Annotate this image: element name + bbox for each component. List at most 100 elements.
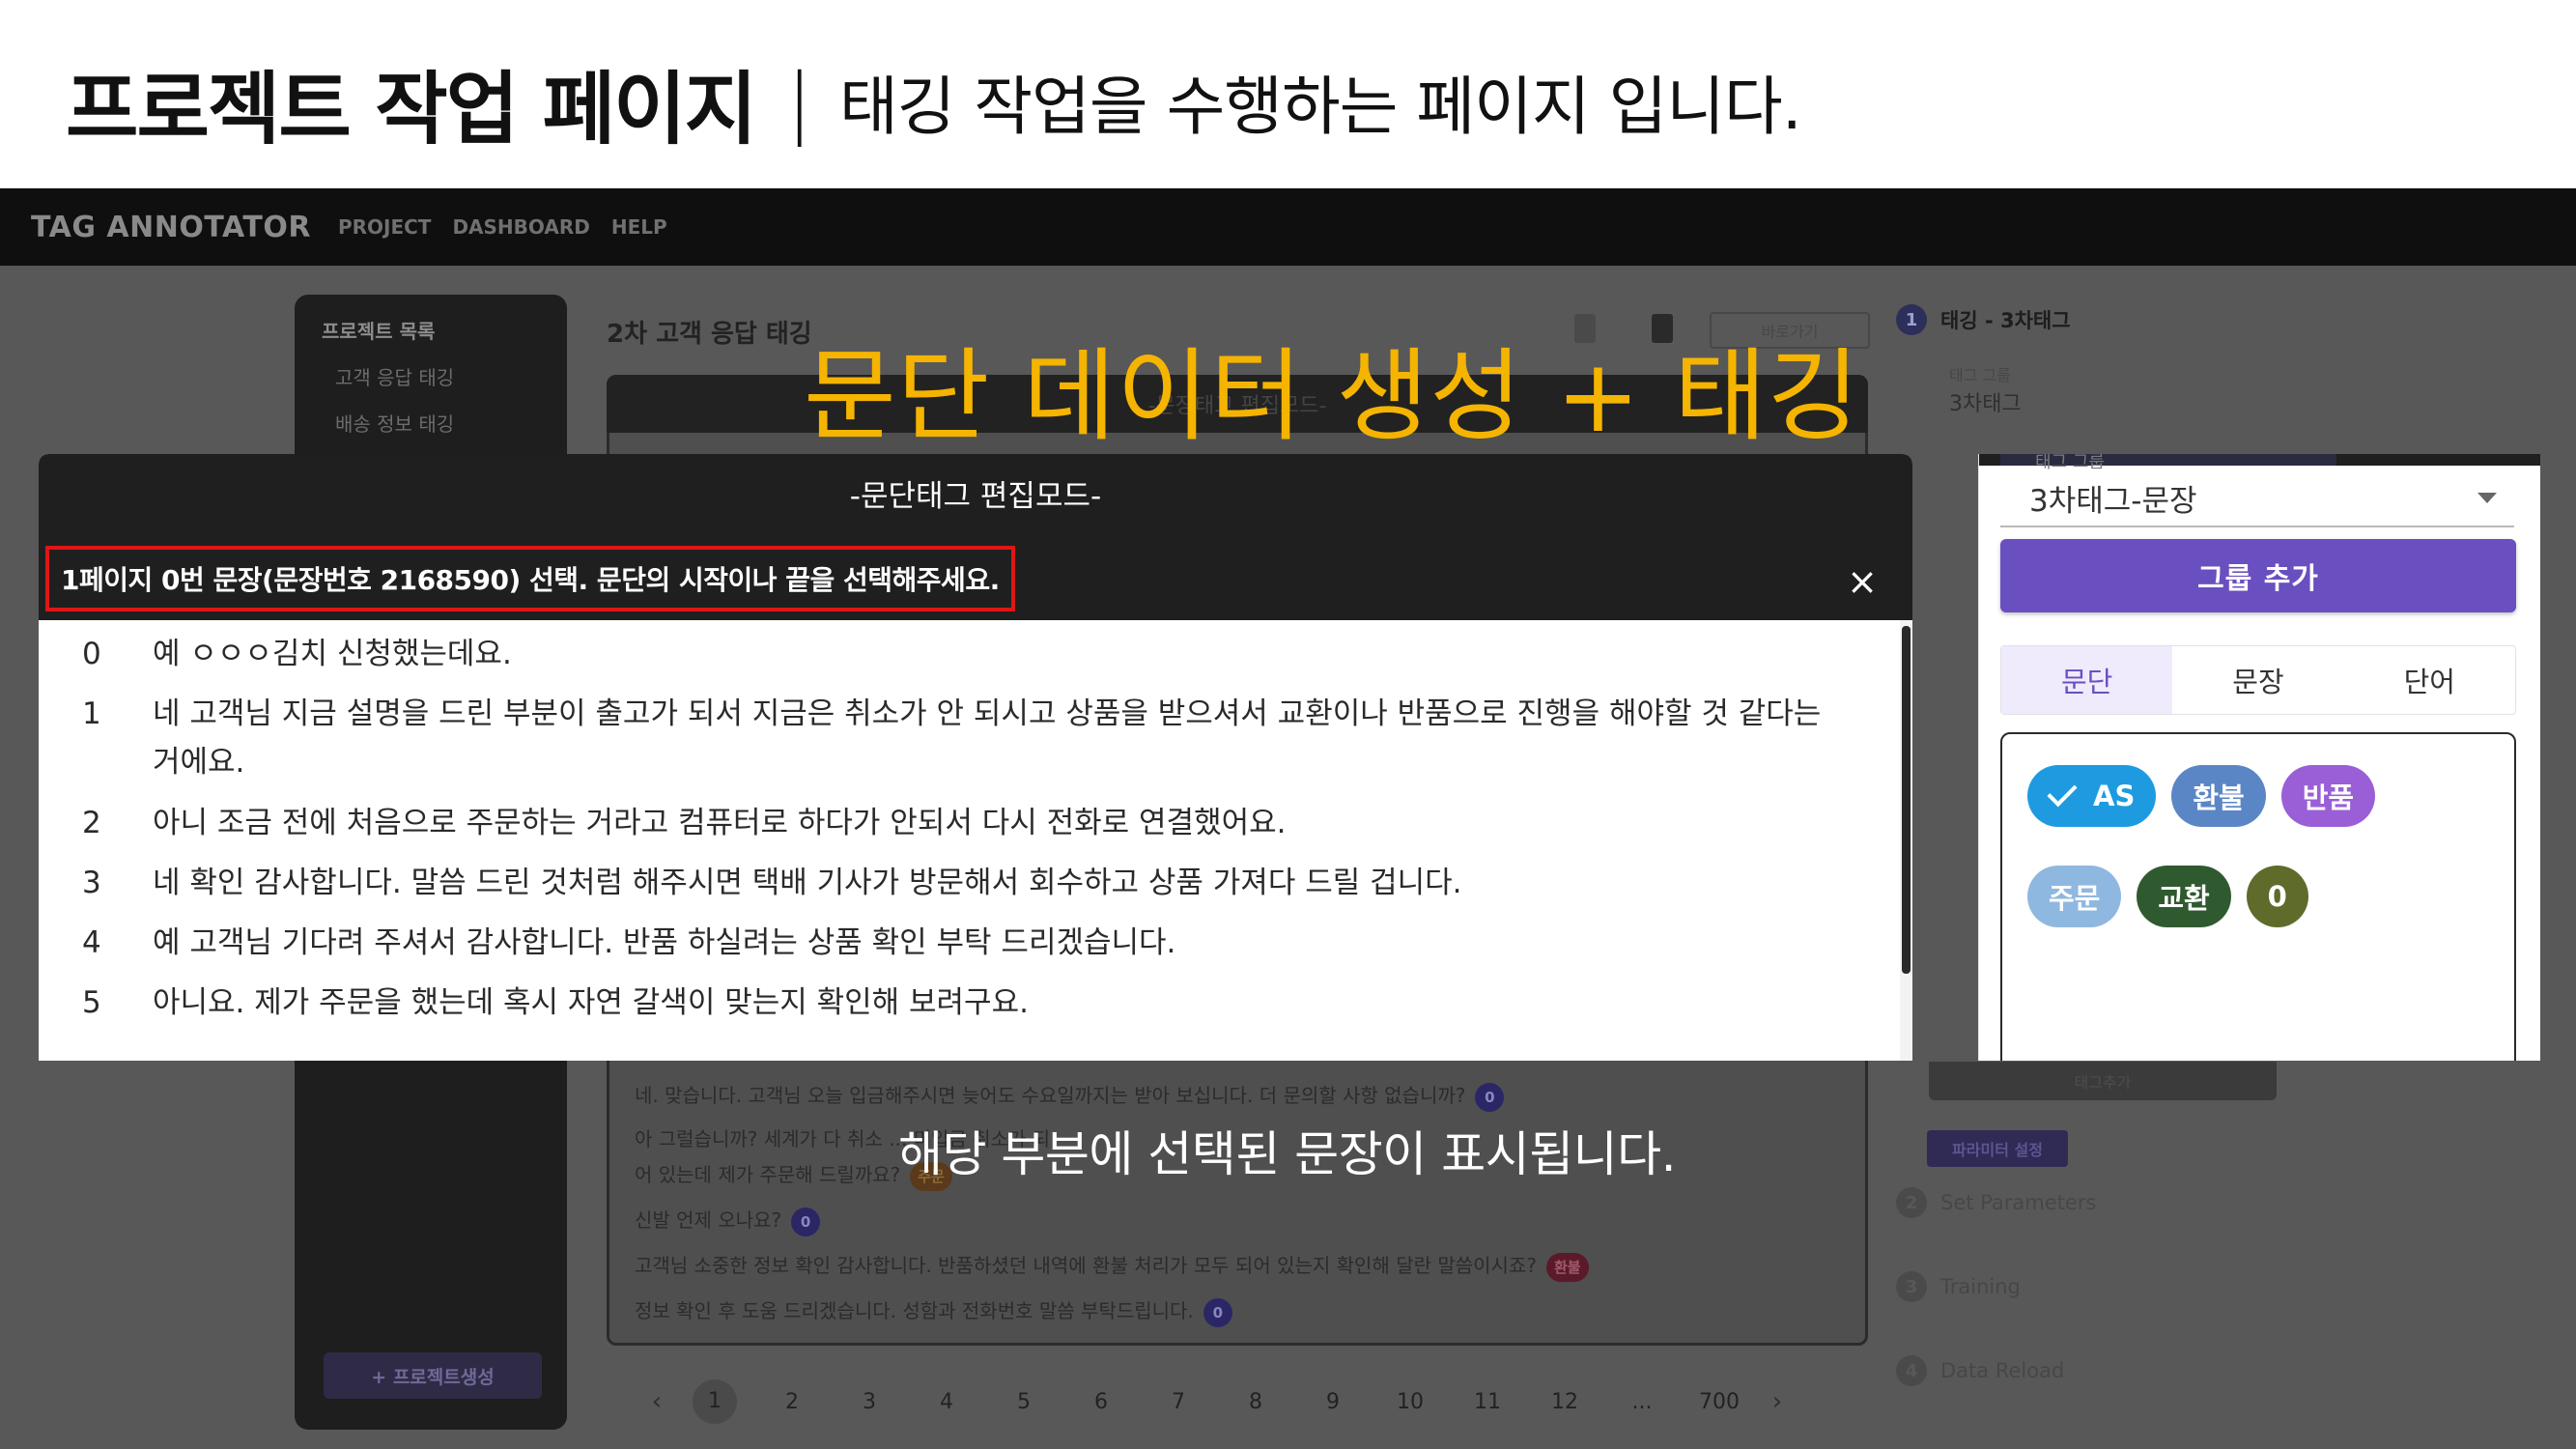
page-button[interactable]: 12: [1526, 1390, 1603, 1414]
step-label: 태깅 - 3차태그: [1940, 309, 2071, 332]
bg-sentence-line[interactable]: 신발 언제 오나요? 0: [635, 1205, 821, 1236]
tag-chip-label: 0: [2267, 880, 2287, 913]
page-button[interactable]: 3: [831, 1390, 908, 1414]
sentence-row[interactable]: 3 네 확인 감사합니다. 말씀 드린 것처럼 해주시면 택배 기사가 방문해서…: [39, 859, 1912, 907]
nav-help[interactable]: HELP: [611, 215, 667, 239]
tab-word[interactable]: 단어: [2344, 646, 2515, 714]
slide-header: 프로젝트 작업 페이지 | 태깅 작업을 수행하는 페이지 입니다.: [66, 48, 1802, 156]
sentence-text: 네 확인 감사합니다. 말씀 드린 것처럼 해주시면 택배 기사가 방문해서 회…: [153, 866, 1462, 900]
page-button[interactable]: 8: [1217, 1390, 1294, 1414]
tag-panel: 태그 그룹 3차태그-문장 그룹 추가 문단 문장 단어 AS 환불 반품 주문 교환 0: [1978, 454, 2540, 1061]
sidebar-item-delivery-info[interactable]: 배송 정보 태깅: [335, 409, 454, 437]
scrollbar-thumb[interactable]: [1902, 626, 1911, 974]
step-training[interactable]: 3 Training: [1896, 1271, 2021, 1302]
sentence-index: 4: [82, 925, 101, 960]
sentence-index: 3: [82, 866, 101, 900]
tag-chip-label: 환불: [2193, 781, 2245, 814]
chevron-down-icon: [2477, 492, 2497, 503]
step-number: 4: [1896, 1355, 1927, 1386]
tag-chip[interactable]: 주문: [2027, 866, 2122, 927]
sentence-text: 예 고객님 기다려 주셔서 감사합니다. 반품 하실려는 상품 확인 부탁 드리…: [153, 925, 1176, 960]
tag-level-tabs: 문단 문장 단어: [2000, 645, 2516, 715]
modal-title: -문단태그 편집모드-: [849, 479, 1102, 514]
slide-title: 프로젝트 작업 페이지: [66, 63, 757, 156]
tag-badge[interactable]: 0: [791, 1207, 821, 1236]
bg-sentence-text: 고객님 소중한 정보 확인 감사합니다. 반품하셨던 내역에 환불 처리가 모두…: [635, 1254, 1537, 1277]
bg-sentence-text: 어 있는데 제가 주문해 드릴까요?: [635, 1163, 901, 1186]
step-data-reload[interactable]: 4 Data Reload: [1896, 1355, 2064, 1386]
page-button[interactable]: 10: [1372, 1390, 1449, 1414]
bg-sentence-text: 신발 언제 오나요?: [635, 1208, 782, 1232]
page-button[interactable]: 4: [908, 1390, 985, 1414]
sentence-index: 2: [82, 806, 101, 840]
sidebar-heading: 프로젝트 목록: [322, 320, 436, 343]
page-button-current[interactable]: 1: [693, 1379, 737, 1424]
page-button[interactable]: 6: [1062, 1390, 1140, 1414]
pagination: ‹ 1 2 3 4 5 6 7 8 9 10 11 12 ... 700 ›: [637, 1379, 1797, 1424]
set-parameter-button[interactable]: 파라미터 설정: [1927, 1130, 2068, 1167]
page-button[interactable]: 700: [1681, 1390, 1758, 1414]
next-page-button[interactable]: ›: [1758, 1387, 1797, 1416]
sentence-row[interactable]: 4 예 고객님 기다려 주셔서 감사합니다. 반품 하실려는 상품 확인 부탁 …: [39, 919, 1912, 967]
tag-chip[interactable]: 교환: [2137, 866, 2231, 927]
slide-subtitle: 태깅 작업을 수행하는 페이지 입니다.: [839, 70, 1802, 144]
bg-sentence-line[interactable]: 고객님 소중한 정보 확인 감사합니다. 반품하셨던 내역에 환불 처리가 모두…: [635, 1250, 1589, 1282]
page-button[interactable]: 5: [985, 1390, 1062, 1414]
tag-chip[interactable]: 환불: [2171, 765, 2266, 827]
page-ellipsis: ...: [1631, 1389, 1653, 1414]
page-button[interactable]: 11: [1449, 1390, 1526, 1414]
highlight-headline: 문단 데이터 생성 + 태깅: [804, 337, 1861, 455]
bg-group-select[interactable]: 3차태그: [1949, 386, 2022, 417]
tag-chip[interactable]: AS: [2027, 765, 2157, 827]
page-button[interactable]: 7: [1140, 1390, 1217, 1414]
tag-badge[interactable]: 환불: [1545, 1252, 1589, 1282]
page-button[interactable]: 9: [1294, 1390, 1372, 1414]
step-number: 3: [1896, 1271, 1927, 1302]
caption-text: 해당 부분에 선택된 문장이 표시됩니다.: [898, 1126, 1676, 1182]
app-brand[interactable]: TAG ANNOTATOR: [31, 211, 311, 244]
sentence-text: 예 ㅇㅇㅇ김치 신청했는데요.: [153, 637, 512, 671]
sentence-text: 아니 조금 전에 처음으로 주문하는 거라고 컴퓨터로 하다가 안되서 다시 전…: [153, 806, 1287, 840]
sentence-row[interactable]: 0 예 ㅇㅇㅇ김치 신청했는데요.: [39, 630, 1912, 678]
tab-sentence[interactable]: 문장: [2172, 646, 2343, 714]
page-button[interactable]: 2: [753, 1390, 831, 1414]
sentence-text: 아니요. 제가 주문을 했는데 혹시 자연 갈색이 맞는지 확인해 보려구요.: [153, 985, 1029, 1020]
tag-badge[interactable]: 0: [1203, 1297, 1232, 1327]
sidebar-item-customer-response[interactable]: 고객 응답 태깅: [335, 362, 454, 390]
step-set-parameters[interactable]: 2 Set Parameters: [1896, 1187, 2096, 1218]
step-label: Data Reload: [1940, 1359, 2065, 1382]
sentence-row[interactable]: 1 네 고객님 지금 설명을 드린 부분이 출고가 되서 지금은 취소가 안 되…: [39, 690, 1912, 786]
slide: 프로젝트 작업 페이지 | 태깅 작업을 수행하는 페이지 입니다. TAG A…: [0, 0, 2576, 1449]
tag-group-select[interactable]: 3차태그-문장: [2000, 469, 2514, 527]
sentence-index: 0: [82, 637, 101, 671]
nav-dashboard[interactable]: DASHBOARD: [452, 215, 589, 239]
step-tagging[interactable]: 1 태깅 - 3차태그: [1896, 304, 2071, 335]
bg-sentence-line[interactable]: 정보 확인 후 도움 드리겠습니다. 성함과 전화번호 말씀 부탁드립니다. 0: [635, 1295, 1232, 1327]
tag-chip[interactable]: 0: [2246, 866, 2308, 927]
tag-chip-label: 교환: [2158, 882, 2210, 915]
app-bar: TAG ANNOTATOR PROJECT DASHBOARD HELP: [0, 188, 2576, 266]
sentence-row[interactable]: 5 아니요. 제가 주문을 했는데 혹시 자연 갈색이 맞는지 확인해 보려구요…: [39, 979, 1912, 1027]
step-label: Set Parameters: [1940, 1191, 2097, 1214]
step-label: Training: [1940, 1275, 2021, 1298]
tab-paragraph[interactable]: 문단: [2001, 646, 2173, 714]
tag-badge[interactable]: 0: [1475, 1082, 1505, 1112]
tag-chip-label: 주문: [2049, 882, 2101, 915]
tag-chip[interactable]: 반품: [2280, 765, 2376, 827]
close-icon[interactable]: ×: [1847, 560, 1878, 603]
modal-header: -문단태그 편집모드- 1페이지 0번 문장(문장번호 2168590) 선택.…: [39, 454, 1912, 620]
add-tag-button[interactable]: 태그추가: [1929, 1062, 2277, 1100]
create-project-button[interactable]: + 프로젝트생성: [324, 1352, 542, 1399]
sentence-index: 5: [82, 985, 101, 1020]
step-number: 2: [1896, 1187, 1927, 1218]
step-number: 1: [1896, 304, 1927, 335]
check-icon: [2047, 777, 2078, 808]
nav-project[interactable]: PROJECT: [338, 215, 431, 239]
add-group-button[interactable]: 그룹 추가: [2000, 539, 2516, 612]
paragraph-edit-modal: -문단태그 편집모드- 1페이지 0번 문장(문장번호 2168590) 선택.…: [39, 454, 1912, 1061]
bg-group-label: 태그 그룹: [1949, 366, 2011, 384]
bg-sentence-text: 네. 맞습니다. 고객님 오늘 입금해주시면 늦어도 수요일까지는 받아 보십니…: [635, 1084, 1466, 1107]
bg-sentence-line[interactable]: 네. 맞습니다. 고객님 오늘 입금해주시면 늦어도 수요일까지는 받아 보십니…: [635, 1080, 1505, 1112]
prev-page-button[interactable]: ‹: [637, 1387, 676, 1416]
sentence-row[interactable]: 2 아니 조금 전에 처음으로 주문하는 거라고 컴퓨터로 하다가 안되서 다시…: [39, 799, 1912, 847]
